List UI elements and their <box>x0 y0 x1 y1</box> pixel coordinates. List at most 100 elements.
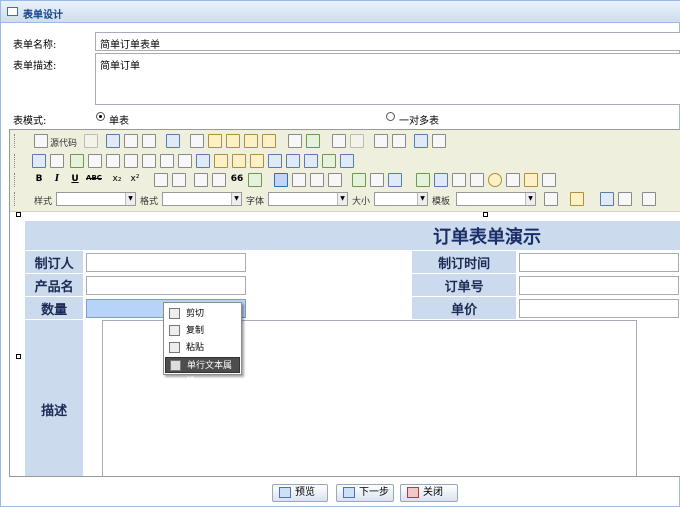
maker-input[interactable] <box>86 252 247 272</box>
format-combo[interactable]: ▼ <box>162 192 242 206</box>
help-icon[interactable] <box>642 192 656 206</box>
underline-button[interactable]: U <box>68 174 82 184</box>
blockquote-button[interactable]: 66 <box>230 174 244 184</box>
align-justify-icon[interactable] <box>328 173 342 187</box>
source-icon[interactable] <box>34 134 48 148</box>
new-page-icon[interactable] <box>124 134 138 148</box>
indent-icon[interactable] <box>212 173 226 187</box>
button-field-icon[interactable] <box>178 154 192 168</box>
table-icon[interactable] <box>452 173 466 187</box>
order-no-input[interactable] <box>518 275 679 295</box>
undo-icon[interactable] <box>332 134 346 148</box>
align-left-icon[interactable] <box>274 173 288 187</box>
link-icon[interactable] <box>352 173 366 187</box>
unordered-list-icon[interactable] <box>172 173 186 187</box>
form-table-title: 订单表单演示 <box>24 220 680 251</box>
strikethrough-button[interactable]: ABC <box>86 174 102 182</box>
paste-text-icon[interactable] <box>244 134 258 148</box>
align-center-icon[interactable] <box>292 173 306 187</box>
unlink-icon[interactable] <box>370 173 384 187</box>
table-cell <box>83 296 413 320</box>
replace-icon[interactable] <box>392 134 406 148</box>
make-time-input[interactable] <box>518 252 679 272</box>
resize-handle[interactable] <box>483 212 488 217</box>
subscript-button[interactable]: x₂ <box>110 174 124 184</box>
print-icon[interactable] <box>288 134 302 148</box>
macro-icon[interactable] <box>340 154 354 168</box>
paste-icon <box>169 342 180 353</box>
org-icon[interactable] <box>250 154 264 168</box>
context-menu-item-cut[interactable]: 剪切 <box>165 306 240 322</box>
div-container-icon[interactable] <box>248 173 262 187</box>
image-button-icon[interactable] <box>196 154 210 168</box>
template-combo[interactable]: ▼ <box>456 192 536 206</box>
checkbox-icon[interactable] <box>88 154 102 168</box>
source-button-label[interactable]: 源代码 <box>50 136 77 149</box>
print-preview-icon[interactable] <box>142 134 156 148</box>
list-field-icon[interactable] <box>304 154 318 168</box>
smiley-icon[interactable] <box>488 173 502 187</box>
resize-handle[interactable] <box>16 212 21 217</box>
select-icon[interactable] <box>160 154 174 168</box>
find-icon[interactable] <box>374 134 388 148</box>
bg-color-icon[interactable] <box>570 192 584 206</box>
maximize-icon[interactable] <box>600 192 614 206</box>
user-icon[interactable] <box>268 154 282 168</box>
paste-word-icon[interactable] <box>262 134 276 148</box>
remove-format-icon[interactable] <box>432 134 446 148</box>
context-menu-item-paste[interactable]: 粘贴 <box>165 340 240 356</box>
anchor-icon[interactable] <box>388 173 402 187</box>
form-name-input[interactable]: 简单订单表单 <box>95 32 680 51</box>
subtable-icon[interactable] <box>322 154 336 168</box>
paste-icon[interactable] <box>226 134 240 148</box>
select-all-icon[interactable] <box>414 134 428 148</box>
image-field-icon[interactable] <box>70 154 84 168</box>
copy-icon[interactable] <box>208 134 222 148</box>
window-icon <box>7 7 18 16</box>
ordered-list-icon[interactable] <box>154 173 168 187</box>
redo-icon[interactable] <box>350 134 364 148</box>
preview-button[interactable]: 预览 <box>272 484 328 502</box>
superscript-button[interactable]: x² <box>128 174 142 184</box>
context-menu-item-properties[interactable]: 单行文本属性 <box>165 357 240 387</box>
bold-button[interactable]: B <box>32 174 46 184</box>
close-button[interactable]: 关闭 <box>400 484 458 502</box>
radio-icon[interactable] <box>106 154 120 168</box>
date-icon[interactable] <box>286 154 300 168</box>
hidden-field-icon[interactable] <box>50 154 64 168</box>
edit-field-icon[interactable] <box>214 154 228 168</box>
show-blocks-icon[interactable] <box>618 192 632 206</box>
save-icon[interactable] <box>106 134 120 148</box>
spellcheck-icon[interactable] <box>306 134 320 148</box>
iframe-icon[interactable] <box>542 173 556 187</box>
textfield-icon[interactable] <box>124 154 138 168</box>
mode-single-radio[interactable] <box>96 112 105 121</box>
form-design-window: 表单设计 表单名称: 简单订单表单 表单描述: 简单订单 表模式: 单表 一对多… <box>0 0 680 507</box>
form-icon[interactable] <box>32 154 46 168</box>
templates-icon[interactable] <box>166 134 180 148</box>
context-menu-item-copy[interactable]: 复制 <box>165 323 240 339</box>
italic-button[interactable]: I <box>50 174 64 184</box>
upload-icon[interactable] <box>232 154 246 168</box>
design-canvas[interactable]: 订单表单演示 制订人 制订时间 产品名 订单号 数量 单价 描述 <box>10 212 680 476</box>
horizontal-rule-icon[interactable] <box>470 173 484 187</box>
text-color-icon[interactable] <box>544 192 558 206</box>
product-input[interactable] <box>86 275 247 295</box>
resize-handle[interactable] <box>16 354 21 359</box>
context-menu-label: 剪切 <box>186 309 205 319</box>
next-button[interactable]: 下一步 <box>336 484 394 502</box>
font-combo[interactable]: ▼ <box>268 192 348 206</box>
image-icon[interactable] <box>416 173 430 187</box>
mode-multi-radio[interactable] <box>386 112 395 121</box>
cut-icon[interactable] <box>190 134 204 148</box>
page-break-icon[interactable] <box>524 173 538 187</box>
style-combo[interactable]: ▼ <box>56 192 136 206</box>
textarea-icon[interactable] <box>142 154 156 168</box>
form-desc-textarea[interactable]: 简单订单 <box>95 53 680 105</box>
align-right-icon[interactable] <box>310 173 324 187</box>
price-input[interactable] <box>518 298 679 318</box>
outdent-icon[interactable] <box>194 173 208 187</box>
size-combo[interactable]: ▼ <box>374 192 428 206</box>
flash-icon[interactable] <box>434 173 448 187</box>
special-char-icon[interactable] <box>506 173 520 187</box>
